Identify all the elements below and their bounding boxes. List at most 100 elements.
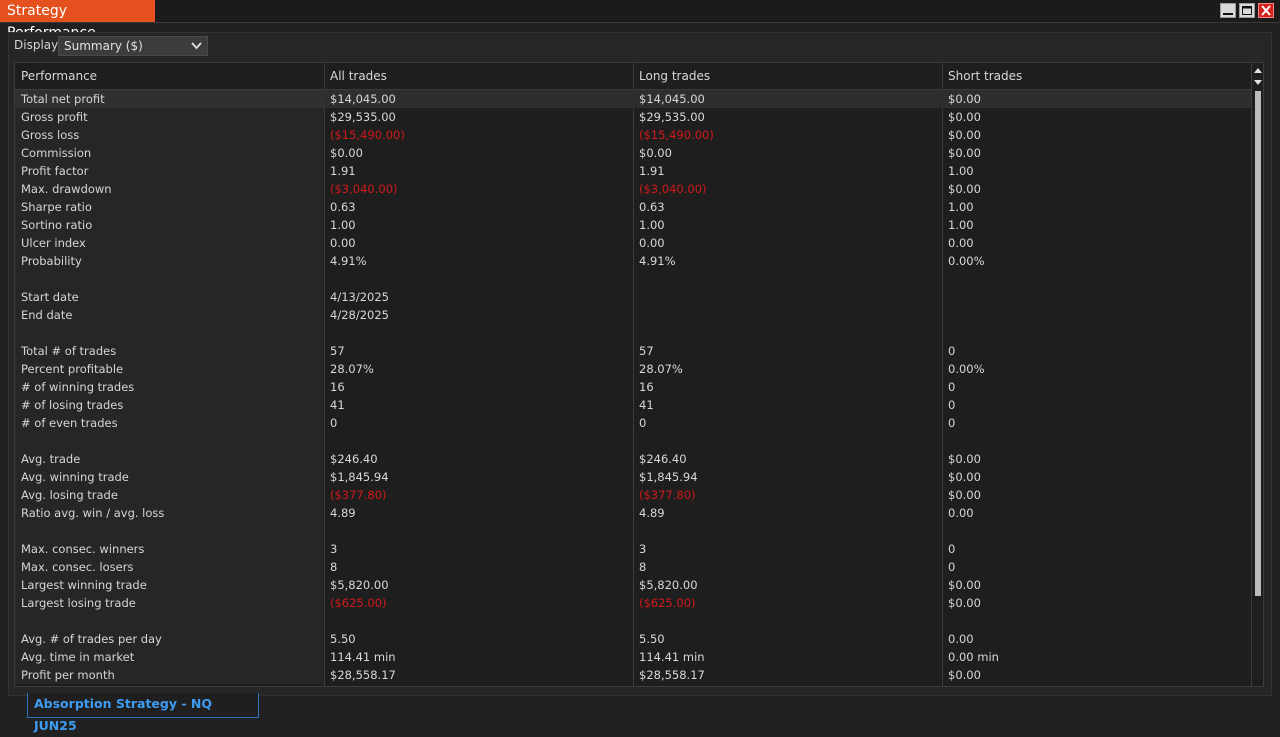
long-trades-value: 57 <box>639 344 654 358</box>
table-row[interactable] <box>15 612 1251 630</box>
display-label: Display <box>14 38 59 52</box>
long-trades-value: $246.40 <box>639 452 687 466</box>
table-row[interactable]: Sortino ratio 1.00 1.00 1.00 <box>15 216 1251 234</box>
row-label: Ulcer index <box>15 234 324 252</box>
minimize-button[interactable] <box>1220 3 1236 18</box>
short-trades-value: $0.00 <box>948 596 981 610</box>
long-trades-value: 8 <box>639 560 647 574</box>
display-select[interactable]: Summary ($) <box>58 36 208 56</box>
all-trades-value: 3 <box>330 542 338 556</box>
chevron-down-icon <box>191 42 202 50</box>
row-label: Ratio avg. win / avg. loss <box>15 504 324 522</box>
header-short-trades[interactable]: Short trades <box>942 63 1251 89</box>
row-label: Profit per month <box>15 666 324 684</box>
long-trades-value: 28.07% <box>639 362 683 376</box>
table-row[interactable]: Avg. # of trades per day 5.50 5.50 0.00 <box>15 630 1251 648</box>
row-label <box>15 522 324 540</box>
long-trades-value: 0 <box>639 416 647 430</box>
all-trades-value: ($377.80) <box>330 488 387 502</box>
row-label <box>15 324 324 342</box>
short-trades-value: 1.00 <box>948 200 974 214</box>
long-trades-value: ($625.00) <box>639 596 696 610</box>
grid-rows: Total net profit $14,045.00 $14,045.00 $0.0… <box>15 90 1251 684</box>
maximize-icon <box>1242 6 1252 15</box>
row-label: Start date <box>15 288 324 306</box>
vertical-scrollbar[interactable] <box>1251 63 1264 686</box>
table-row[interactable] <box>15 432 1251 450</box>
header-all-trades[interactable]: All trades <box>324 63 633 89</box>
table-row[interactable]: Gross loss ($15,490.00) ($15,490.00) $0.00 <box>15 126 1251 144</box>
long-trades-value <box>633 612 942 630</box>
table-row[interactable]: Largest winning trade $5,820.00 $5,820.00 $… <box>15 576 1251 594</box>
row-label: Total net profit <box>15 90 324 108</box>
table-row[interactable]: Probability 4.91% 4.91% 0.00% <box>15 252 1251 270</box>
long-trades-value: ($377.80) <box>639 488 696 502</box>
table-row[interactable] <box>15 522 1251 540</box>
long-trades-value: 16 <box>639 380 654 394</box>
table-row[interactable]: Sharpe ratio 0.63 0.63 1.00 <box>15 198 1251 216</box>
table-row[interactable]: # of winning trades 16 16 0 <box>15 378 1251 396</box>
table-row[interactable]: # of losing trades 41 41 0 <box>15 396 1251 414</box>
table-row[interactable]: Commission $0.00 $0.00 $0.00 <box>15 144 1251 162</box>
header-long-trades[interactable]: Long trades <box>633 63 942 89</box>
header-performance[interactable]: Performance <box>15 63 324 89</box>
scroll-up-icon[interactable] <box>1252 65 1264 76</box>
scrollbar-thumb[interactable] <box>1255 91 1261 596</box>
short-trades-value: 0.00 <box>948 236 974 250</box>
all-trades-value: 16 <box>330 380 345 394</box>
all-trades-value: 41 <box>330 398 345 412</box>
all-trades-value <box>324 612 633 630</box>
table-row[interactable]: Largest losing trade ($625.00) ($625.00) $0… <box>15 594 1251 612</box>
table-row[interactable]: Max. consec. losers 8 8 0 <box>15 558 1251 576</box>
all-trades-value <box>324 324 633 342</box>
row-label: Max. consec. winners <box>15 540 324 558</box>
row-label: Gross profit <box>15 108 324 126</box>
table-row[interactable]: Total # of trades 57 57 0 <box>15 342 1251 360</box>
table-row[interactable]: End date 4/28/2025 <box>15 306 1251 324</box>
row-label: Sortino ratio <box>15 216 324 234</box>
short-trades-value: 0 <box>948 380 956 394</box>
row-label: Profit factor <box>15 162 324 180</box>
all-trades-value <box>324 432 633 450</box>
table-row[interactable]: Max. consec. winners 3 3 0 <box>15 540 1251 558</box>
short-trades-value: $0.00 <box>948 182 981 196</box>
long-trades-value: $14,045.00 <box>639 92 705 106</box>
row-label: Avg. winning trade <box>15 468 324 486</box>
short-trades-value: 0 <box>948 560 956 574</box>
table-row[interactable] <box>15 324 1251 342</box>
table-row[interactable]: Percent profitable 28.07% 28.07% 0.00% <box>15 360 1251 378</box>
all-trades-value <box>324 522 633 540</box>
short-trades-value: 0 <box>948 416 956 430</box>
table-row[interactable]: Ratio avg. win / avg. loss 4.89 4.89 0.00 <box>15 504 1251 522</box>
short-trades-value <box>942 324 1251 342</box>
short-trades-value: 0.00 <box>948 506 974 520</box>
short-trades-value: 0 <box>948 542 956 556</box>
window-title[interactable]: Strategy Performance <box>0 0 155 41</box>
table-row[interactable]: Start date 4/13/2025 <box>15 288 1251 306</box>
table-row[interactable] <box>15 270 1251 288</box>
row-label: Max. drawdown <box>15 180 324 198</box>
all-trades-value: 1.91 <box>330 164 356 178</box>
table-row[interactable]: Profit per month $28,558.17 $28,558.17 $0.0… <box>15 666 1251 684</box>
all-trades-value: ($3,040.00) <box>330 182 398 196</box>
strategy-tab[interactable]: Absorption Strategy - NQ JUN25 <box>27 693 259 733</box>
table-row[interactable]: Total net profit $14,045.00 $14,045.00 $0.0… <box>15 90 1251 108</box>
table-row[interactable]: Avg. winning trade $1,845.94 $1,845.94 $0.0… <box>15 468 1251 486</box>
all-trades-value: $29,535.00 <box>330 110 396 124</box>
row-label: Commission <box>15 144 324 162</box>
table-row[interactable]: Gross profit $29,535.00 $29,535.00 $0.00 <box>15 108 1251 126</box>
all-trades-value: 57 <box>330 344 345 358</box>
table-row[interactable]: Max. drawdown ($3,040.00) ($3,040.00) $0.00 <box>15 180 1251 198</box>
display-select-value: Summary ($) <box>64 39 143 53</box>
row-label: Probability <box>15 252 324 270</box>
table-row[interactable]: Avg. trade $246.40 $246.40 $0.00 <box>15 450 1251 468</box>
close-button[interactable] <box>1258 3 1274 18</box>
maximize-button[interactable] <box>1239 3 1255 18</box>
table-row[interactable]: Avg. losing trade ($377.80) ($377.80) $0.00 <box>15 486 1251 504</box>
scroll-down-icon[interactable] <box>1252 77 1264 88</box>
table-row[interactable]: Profit factor 1.91 1.91 1.00 <box>15 162 1251 180</box>
table-row[interactable]: Ulcer index 0.00 0.00 0.00 <box>15 234 1251 252</box>
table-row[interactable]: # of even trades 0 0 0 <box>15 414 1251 432</box>
all-trades-value: 114.41 min <box>330 650 396 664</box>
table-row[interactable]: Avg. time in market 114.41 min 114.41 min 0… <box>15 648 1251 666</box>
